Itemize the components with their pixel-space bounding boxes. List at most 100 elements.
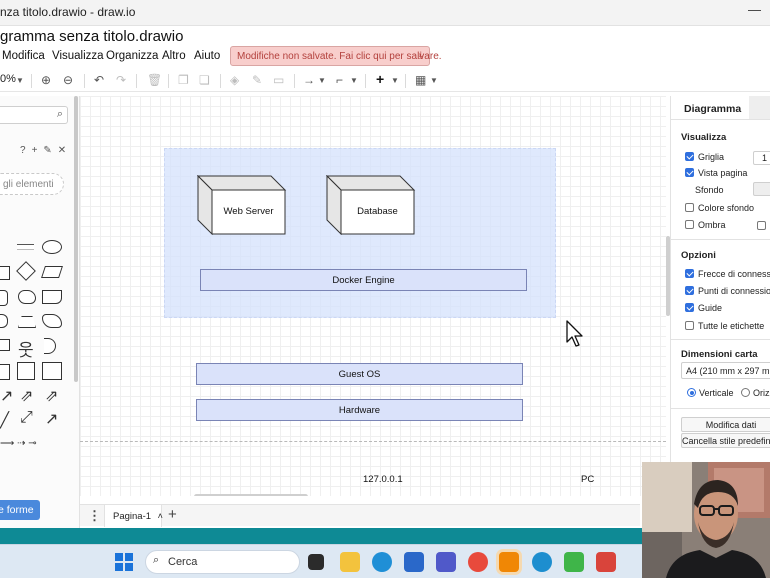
arrow-icon[interactable]: ⇗ (20, 386, 33, 406)
canvas-horizontal-scrollbar[interactable] (194, 494, 308, 496)
connection-arrows-option[interactable]: Frecce di connessione (685, 269, 770, 279)
waypoints-icon[interactable]: ⌐ (336, 73, 343, 87)
app-red-icon[interactable] (596, 552, 616, 572)
menu-altro[interactable]: Altro (162, 50, 186, 62)
guides-checkbox[interactable] (685, 303, 694, 312)
portrait-radio[interactable] (687, 388, 696, 397)
shape-cylinder[interactable] (0, 290, 8, 306)
shape-trapezoid[interactable] (18, 316, 36, 328)
shape-or[interactable] (44, 338, 56, 354)
zoom-dropdown-icon[interactable]: ▼ (16, 76, 24, 85)
to-back-icon[interactable]: ❏ (199, 73, 210, 87)
undo-icon[interactable]: ↶ (94, 73, 104, 87)
shape-list[interactable] (0, 364, 10, 380)
table-icon[interactable]: ▦ (415, 73, 426, 87)
orientation-landscape-option[interactable]: Orizzontale (741, 388, 770, 398)
delete-icon[interactable]: 🗑 (147, 73, 162, 87)
chevron-up-icon[interactable]: ˄ (158, 511, 163, 521)
taskbar-search-input[interactable]: ⌕ Cerca (145, 550, 300, 574)
insert-dropdown-icon[interactable]: ▼ (391, 76, 399, 85)
guides-option[interactable]: Guide (685, 303, 722, 313)
shape-callout[interactable] (0, 339, 10, 351)
connection-points-option[interactable]: Punti di connessione (685, 286, 770, 296)
sidebar-scrollbar[interactable] (74, 96, 78, 382)
to-front-icon[interactable]: ❐ (178, 73, 189, 87)
shadow-checkbox[interactable] (685, 220, 694, 229)
app-green-icon[interactable] (564, 552, 584, 572)
clear-default-style-button[interactable]: Cancella stile predefinito (681, 433, 770, 448)
docker-icon[interactable] (532, 552, 552, 572)
connection-points-checkbox[interactable] (685, 286, 694, 295)
document-title[interactable]: gramma senza titolo.drawio (0, 28, 183, 45)
file-explorer-icon[interactable] (340, 552, 360, 572)
extra-checkbox[interactable] (757, 221, 766, 230)
web-server-shape[interactable]: Web Server (197, 175, 287, 235)
shape-search-input[interactable]: ⌕ (0, 106, 68, 124)
landscape-radio[interactable] (741, 388, 750, 397)
background-button[interactable] (753, 182, 770, 196)
shape-container[interactable] (42, 362, 62, 380)
paper-size-select[interactable]: A4 (210 mm x 297 mm) (681, 362, 770, 379)
all-labels-option[interactable]: Tutte le etichette (685, 321, 764, 331)
add-page-icon[interactable]: + (168, 506, 177, 523)
windows-start-icon[interactable] (115, 553, 133, 571)
tab-pagina-1[interactable]: Pagina-1 ˄ (104, 505, 163, 527)
page-view-checkbox[interactable] (685, 168, 694, 177)
table-dropdown-icon[interactable]: ▼ (430, 76, 438, 85)
store-icon[interactable] (404, 552, 424, 572)
drawio-icon[interactable] (499, 552, 519, 572)
database-shape[interactable]: Database (326, 175, 416, 235)
all-labels-checkbox[interactable] (685, 321, 694, 330)
directional-arrow-icon[interactable]: ↗ (45, 409, 58, 429)
docker-engine-shape[interactable]: Docker Engine (200, 269, 527, 291)
grid-size-input[interactable]: 1 (753, 151, 770, 165)
dashed-connector-icon[interactable]: ⟶ ⇢ ⊸ (0, 438, 37, 449)
shape-rhombus[interactable] (16, 261, 36, 281)
shape-square[interactable] (17, 362, 35, 380)
background-color-checkbox[interactable] (685, 203, 694, 212)
edit-icon[interactable]: ✎ (43, 145, 57, 156)
connection-dropdown-icon[interactable]: ▼ (318, 76, 326, 85)
double-arrow-icon[interactable]: ⤢ (20, 409, 33, 427)
bidirectional-arrow-icon[interactable]: ↗ (0, 386, 13, 406)
task-view-icon[interactable] (308, 554, 324, 570)
orientation-portrait-option[interactable]: Verticale (687, 388, 734, 398)
unsaved-changes-notice[interactable]: Modifiche non salvate. Fai clic qui per … (230, 46, 442, 66)
zoom-level[interactable]: 0% (0, 73, 16, 85)
menu-modifica[interactable]: Modifica (2, 50, 45, 62)
close-icon[interactable]: ✕ (58, 145, 72, 156)
shadow-icon[interactable]: ▭ (273, 73, 284, 87)
minimize-icon[interactable]: — (748, 2, 761, 17)
pc-label[interactable]: PC (581, 474, 594, 485)
help-icon[interactable]: ? (20, 145, 32, 156)
shape-ellipse[interactable] (42, 240, 62, 254)
grid-checkbox[interactable] (685, 152, 694, 161)
edit-data-button[interactable]: Modifica dati (681, 417, 770, 432)
ip-address-label[interactable]: 127.0.0.1 (363, 474, 403, 485)
teams-icon[interactable] (436, 552, 456, 572)
redo-icon[interactable]: ↷ (116, 73, 126, 87)
line-icon[interactable]: ╱ (0, 411, 9, 429)
add-icon[interactable]: + (32, 145, 44, 156)
shape-heading[interactable] (17, 244, 34, 250)
line-color-icon[interactable]: ✎ (252, 73, 262, 87)
shape-cloud[interactable] (18, 290, 36, 304)
tab-diagram[interactable]: Diagramma (671, 96, 749, 120)
scratchpad-dropzone[interactable]: gli elementi (0, 173, 64, 195)
shape-rectangle[interactable] (0, 266, 10, 280)
outline-arrow-icon[interactable]: ⇗ (45, 386, 58, 406)
shape-tape[interactable] (42, 314, 62, 328)
grid-option[interactable]: Griglia (685, 152, 724, 162)
shape-document[interactable] (42, 290, 62, 304)
fill-color-icon[interactable]: ◈ (230, 73, 239, 87)
shape-parallelogram[interactable] (41, 266, 63, 278)
zoom-in-icon[interactable]: ⊕ (41, 73, 51, 87)
background-color-option[interactable]: Colore sfondo (685, 203, 754, 213)
waypoints-dropdown-icon[interactable]: ▼ (350, 76, 358, 85)
menu-organizza[interactable]: Organizza (106, 50, 158, 62)
search-icon[interactable]: ⌕ (57, 108, 63, 121)
shape-hexagon[interactable] (0, 314, 8, 328)
hardware-shape[interactable]: Hardware (196, 399, 523, 421)
connection-icon[interactable]: → (303, 73, 315, 87)
menu-visualizza[interactable]: Visualizza (52, 50, 104, 62)
